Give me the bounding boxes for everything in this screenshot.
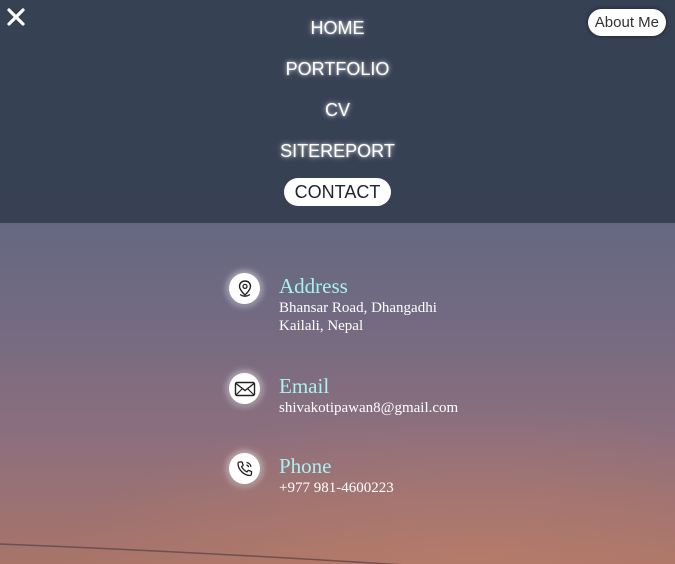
nav-link-sitereport[interactable]: SITEREPORT — [270, 139, 405, 163]
nav-link-home[interactable]: HOME — [301, 16, 375, 40]
nav-item-sitereport: SITEREPORT — [0, 139, 675, 180]
phone-number[interactable]: +977 981-4600223 — [279, 479, 529, 497]
email-title: Email — [279, 374, 330, 398]
nav-link-portfolio[interactable]: PORTFOLIO — [276, 57, 400, 81]
overlay-menu: About Me HOME PORTFOLIO CV SITEREPORT CO… — [0, 0, 675, 223]
contact-phone: Phone +977 981-4600223 — [229, 453, 529, 513]
contact-email: Email shivakotipawan8@gmail.com — [229, 373, 529, 452]
location-pin-icon — [238, 279, 251, 297]
address-icon-badge — [229, 273, 260, 304]
nav-item-cv: CV — [0, 98, 675, 139]
nav-link-contact[interactable]: CONTACT — [283, 178, 392, 206]
contact-info: Address Bhansar Road, Dhangadhi Kailali,… — [229, 272, 529, 513]
phone-title: Phone — [279, 454, 332, 478]
address-line-2: Kailali, Nepal — [279, 318, 364, 334]
nav-item-contact: CONTACT — [0, 178, 675, 221]
phone-icon-badge — [229, 453, 260, 484]
contact-address: Address Bhansar Road, Dhangadhi Kailali,… — [229, 273, 529, 372]
email-icon-badge — [229, 373, 260, 404]
phone-icon — [236, 460, 252, 476]
power-line-decoration — [0, 543, 401, 564]
main-nav: HOME PORTFOLIO CV SITEREPORT CONTACT — [0, 16, 675, 221]
envelope-icon — [234, 381, 255, 396]
email-address[interactable]: shivakotipawan8@gmail.com — [279, 399, 529, 417]
address-title: Address — [279, 274, 348, 298]
address-line-1: Bhansar Road, Dhangadhi — [279, 300, 437, 316]
nav-item-home: HOME — [0, 16, 675, 57]
nav-link-cv[interactable]: CV — [315, 98, 360, 122]
nav-item-portfolio: PORTFOLIO — [0, 57, 675, 98]
